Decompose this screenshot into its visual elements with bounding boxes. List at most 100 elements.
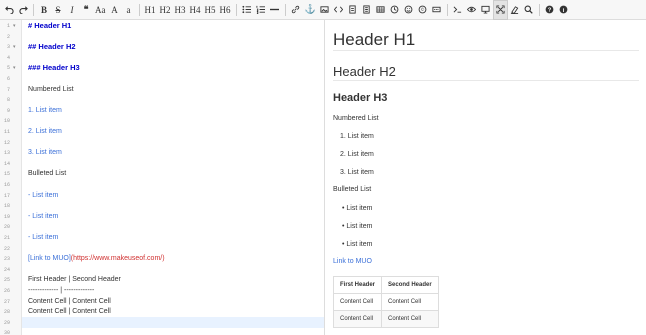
numbered-list-item: 2. List item xyxy=(340,151,374,158)
anchor-icon[interactable]: ⚓ xyxy=(303,0,318,20)
link-icon[interactable] xyxy=(289,0,303,20)
horizontal-rule-icon[interactable] xyxy=(268,0,282,20)
editor-line[interactable]: 17 - List item xyxy=(0,191,324,202)
pagebreak-icon[interactable] xyxy=(430,0,444,20)
editor-line[interactable]: 5 ▾ ### Header H3 xyxy=(0,63,324,74)
goto-line-icon[interactable] xyxy=(451,0,465,20)
editor-line[interactable]: 23 [Link to MUO](https://www.makeuseof.co… xyxy=(0,254,324,265)
watch-icon[interactable] xyxy=(465,0,479,20)
editor-line[interactable]: 12 xyxy=(0,138,324,149)
editor-line[interactable]: 30 xyxy=(0,328,324,335)
clear-icon[interactable] xyxy=(508,0,522,20)
html-entities-icon[interactable]: © xyxy=(416,0,430,20)
line-text: 2. List item xyxy=(28,128,62,135)
help-icon[interactable]: ? xyxy=(543,0,557,20)
bulleted-list-item: • List item xyxy=(342,205,373,212)
preview-link[interactable]: Link to MUO xyxy=(333,258,372,265)
line-number: 14 xyxy=(3,160,10,167)
line-text: ## Header H2 xyxy=(28,42,76,52)
redo-icon[interactable] xyxy=(16,0,30,20)
bold-icon[interactable]: B xyxy=(37,0,51,20)
preview-icon[interactable] xyxy=(479,0,493,20)
editor-line[interactable]: 7 Numbered List xyxy=(0,85,324,96)
svg-text:?: ? xyxy=(548,8,552,14)
editor-line[interactable]: 20 xyxy=(0,222,324,233)
editor-line[interactable]: 2 xyxy=(0,32,324,43)
h5-button[interactable]: H5 xyxy=(203,0,218,20)
editor-line[interactable]: 13 3. List item xyxy=(0,148,324,159)
fold-arrow-icon[interactable]: ▾ xyxy=(13,42,16,53)
line-number: 26 xyxy=(3,288,10,294)
bulleted-list-item: • List item xyxy=(342,241,373,248)
h2-button[interactable]: H2 xyxy=(158,0,173,20)
editor-line[interactable]: 11 2. List item xyxy=(0,127,324,138)
editor-line[interactable]: 8 xyxy=(0,95,324,106)
datetime-icon[interactable] xyxy=(388,0,402,20)
editor-line[interactable]: 24 xyxy=(0,265,324,276)
h4-button[interactable]: H4 xyxy=(188,0,203,20)
preview-h2: Header H2 xyxy=(333,64,396,79)
editor-line[interactable]: 26 ------------- | ------------- xyxy=(0,286,324,297)
fold-arrow-icon[interactable]: ▾ xyxy=(13,63,16,74)
code-block-icon[interactable] xyxy=(360,0,374,20)
editor-line[interactable]: 14 xyxy=(0,159,324,170)
capitalize-icon[interactable]: A xyxy=(108,0,122,20)
table-icon[interactable] xyxy=(374,0,388,20)
line-number: 2 xyxy=(6,33,10,40)
preview-h1: Header H1 xyxy=(333,30,416,49)
line-text: # Header H1 xyxy=(28,21,72,30)
table-cell: Content Cell xyxy=(332,310,383,328)
editor-line[interactable]: 9 1. List item xyxy=(0,106,324,117)
line-number: 5 xyxy=(6,65,10,72)
fullscreen-icon[interactable] xyxy=(492,0,508,20)
editor-line[interactable]: 10 xyxy=(0,116,324,127)
editor-line[interactable]: 1 ▾ # Header H1 xyxy=(0,21,324,32)
line-number: 13 xyxy=(3,150,10,157)
ordered-list-icon[interactable] xyxy=(254,0,268,20)
h3-button[interactable]: H3 xyxy=(173,0,188,20)
editor-line[interactable]: 25 First Header | Second Header xyxy=(0,275,324,286)
search-icon[interactable] xyxy=(522,0,536,20)
editor-line[interactable]: 19 - List item xyxy=(0,212,324,223)
preview-table: First Header Second Header Content Cell … xyxy=(332,276,439,328)
editor-line[interactable]: 4 xyxy=(0,53,324,64)
editor-line[interactable]: 21 - List item xyxy=(0,233,324,244)
image-icon[interactable] xyxy=(318,0,332,20)
line-number: 3 xyxy=(6,44,10,51)
editor-line[interactable]: 3 ▾ ## Header H2 xyxy=(0,42,324,53)
editor-line[interactable]: 16 xyxy=(0,180,324,191)
lowercase-icon[interactable]: a xyxy=(122,0,136,20)
quote-icon[interactable]: ❝ xyxy=(79,0,93,20)
editor-line[interactable]: 28 Content Cell | Content Cell xyxy=(0,307,324,318)
line-number: 16 xyxy=(3,182,10,188)
fold-arrow-icon[interactable]: ▾ xyxy=(13,21,16,32)
h6-button[interactable]: H6 xyxy=(218,0,233,20)
unordered-list-icon[interactable] xyxy=(240,0,254,20)
line-text: - List item xyxy=(28,234,59,241)
line-number: 24 xyxy=(3,266,10,273)
strikethrough-icon[interactable]: S xyxy=(51,0,65,20)
line-text: ------------- | ------------- xyxy=(28,287,95,294)
markdown-editor[interactable]: 1 ▾ # Header H1 2 3 ▾ ## Header H2 4 5 ▾ ### Heade… xyxy=(0,20,325,335)
info-icon[interactable]: i xyxy=(557,0,571,20)
line-number: 10 xyxy=(3,118,10,125)
uppercase-icon[interactable]: Aa xyxy=(93,0,108,20)
h1-button[interactable]: H1 xyxy=(143,0,158,20)
line-text: First Header | Second Header xyxy=(28,276,121,284)
editor-line[interactable]: 18 xyxy=(0,201,324,212)
editor-line[interactable]: 15 Bulleted List xyxy=(0,169,324,180)
editor-line[interactable]: 22 xyxy=(0,244,324,255)
editor-line[interactable]: 6 xyxy=(0,74,324,85)
code-icon[interactable] xyxy=(332,0,346,20)
line-number: 15 xyxy=(3,171,10,178)
line-number: 19 xyxy=(3,213,10,220)
line-text: [Link to MUO](https://www.makeuseof.com/… xyxy=(28,254,165,265)
editor-line[interactable]: 29 xyxy=(0,318,324,329)
emoji-icon[interactable] xyxy=(402,0,416,20)
numbered-list-label: Numbered List xyxy=(333,115,379,122)
line-number: 30 xyxy=(3,330,10,335)
editor-line[interactable]: 27 Content Cell | Content Cell xyxy=(0,297,324,308)
undo-icon[interactable] xyxy=(2,0,16,20)
italic-icon[interactable]: I xyxy=(65,0,79,20)
preformatted-code-icon[interactable] xyxy=(346,0,360,20)
